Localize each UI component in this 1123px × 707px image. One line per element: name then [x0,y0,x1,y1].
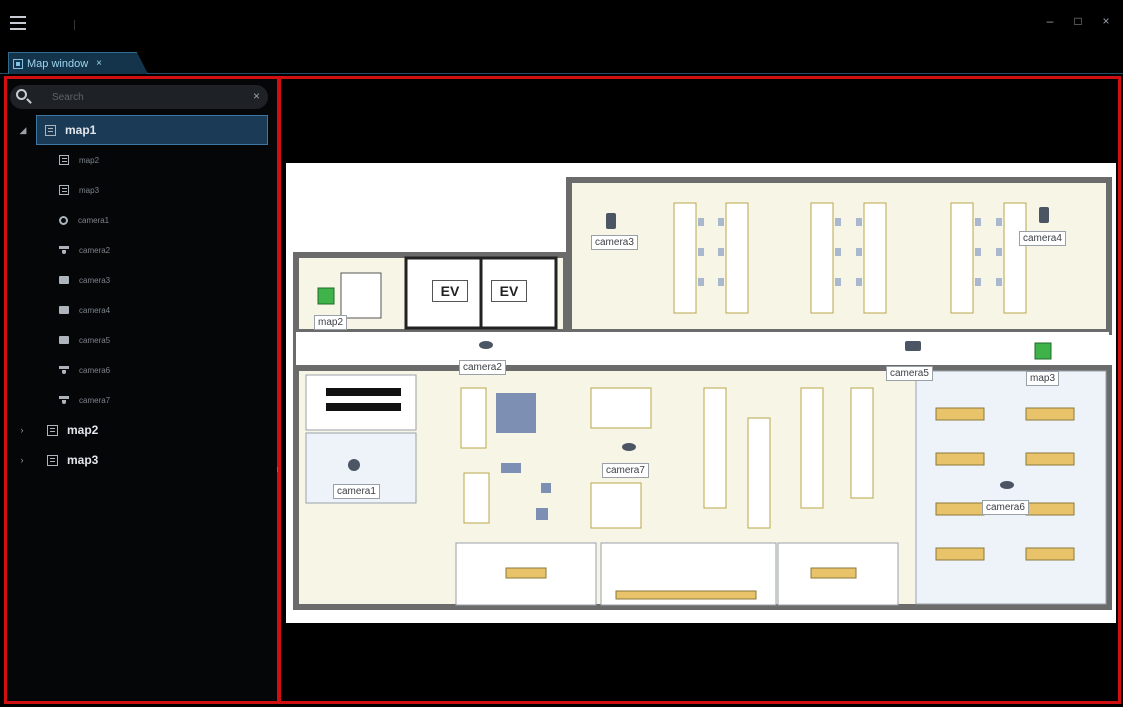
tree-item-label: camera6 [79,365,111,375]
map-view[interactable]: EV EV map2 map3 camera3 camera4 camera2 … [278,76,1121,704]
tree-item-label: camera3 [79,275,111,285]
camera7-marker[interactable]: camera7 [602,463,649,478]
title-separator [74,20,75,30]
tree-item-label: map2 [79,155,100,165]
map-icon [47,454,58,466]
ptz-camera-icon [59,215,68,225]
tree-item-camera3[interactable]: camera3 [7,265,277,295]
title-bar: – □ × [0,0,1123,46]
hamburger-icon[interactable] [10,16,26,30]
map-link-icon [317,287,335,305]
tree-item-map2[interactable]: map2 [7,145,277,175]
box-camera-icon [59,336,69,344]
map-link-icon [1034,342,1052,360]
camera6-marker[interactable]: camera6 [982,500,1029,515]
camera1-marker[interactable]: camera1 [333,484,380,499]
map-icon [47,424,58,436]
map-tree: ◢ map1 map2 map3 camera1 camera2 camera3… [7,115,277,475]
tree-item-label: camera7 [79,395,111,405]
map-window-icon [13,58,23,69]
close-button[interactable]: × [1099,14,1113,28]
elevator-label: EV [491,280,527,302]
tab-strip: Map window × [0,46,1123,74]
search-icon[interactable] [16,89,27,100]
maximize-button[interactable]: □ [1071,14,1085,28]
dome-camera-icon [59,366,69,374]
box-camera-icon [59,276,69,284]
meeting-room-small [305,374,417,431]
tree-item-label: camera1 [78,215,110,225]
map-icon [59,155,69,165]
tab-map-window[interactable]: Map window × [8,52,148,74]
map-icon [45,124,56,136]
dome-camera-icon [59,246,69,254]
tree-item-camera2[interactable]: camera2 [7,235,277,265]
minimize-button[interactable]: – [1043,14,1057,28]
tree-node-label: map1 [65,123,97,137]
map2-marker[interactable]: map2 [314,315,348,330]
tree-item-label: camera4 [79,305,111,315]
tab-close-button[interactable]: × [96,58,102,69]
map-icon [59,185,69,195]
dome-camera-icon [59,396,69,404]
corridor [296,332,1109,368]
tree-item-camera5[interactable]: camera5 [7,325,277,355]
app-window: – □ × Map window × × ◢ map1 map2 [0,0,1123,707]
clear-search-button[interactable]: × [253,89,260,103]
tree-item-map3[interactable]: map3 [7,175,277,205]
tree-item-camera1[interactable]: camera1 [7,205,277,235]
floor-plan-canvas[interactable]: EV EV map2 map3 camera3 camera4 camera2 … [286,163,1116,623]
tree-item-label: map3 [79,185,100,195]
tree-node-map2[interactable]: › map2 [7,415,277,445]
camera2-marker[interactable]: camera2 [459,360,506,375]
search-bar: × [10,85,268,109]
tree-item-label: camera5 [79,335,111,345]
tree-item-label: camera2 [79,245,111,255]
elevator-label: EV [432,280,468,302]
tree-node-label: map3 [67,453,99,467]
expand-arrow-icon[interactable]: › [17,455,27,465]
search-input[interactable] [52,88,232,106]
map-tree-panel: × ◢ map1 map2 map3 camera1 camer [4,76,280,704]
collapse-arrow-icon[interactable]: ◢ [18,125,28,136]
tree-item-camera7[interactable]: camera7 [7,385,277,415]
expand-arrow-icon[interactable]: › [17,425,27,435]
tree-node-label: map2 [67,423,99,437]
camera4-marker[interactable]: camera4 [1019,231,1066,246]
floor-plan [293,177,1112,610]
window-controls: – □ × [1043,14,1113,28]
tab-label: Map window [27,57,89,70]
camera3-marker[interactable]: camera3 [591,235,638,250]
map3-marker[interactable]: map3 [1026,371,1060,386]
stairs [340,272,382,319]
tree-item-camera6[interactable]: camera6 [7,355,277,385]
tree-node-map1[interactable]: ◢ map1 [20,115,268,145]
box-camera-icon [59,306,69,314]
tree-node-map3[interactable]: › map3 [7,445,277,475]
tree-item-camera4[interactable]: camera4 [7,295,277,325]
camera5-marker[interactable]: camera5 [886,366,933,381]
